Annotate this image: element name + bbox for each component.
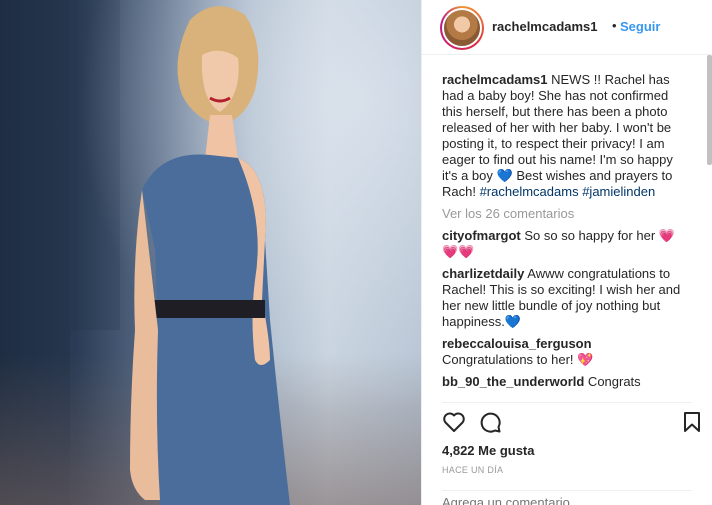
heart-outline-icon[interactable] <box>442 410 466 434</box>
follow-button[interactable]: Seguir <box>620 19 660 34</box>
comment-text: Congratulations to her! <box>442 352 578 367</box>
comments-scrollbar[interactable] <box>707 55 712 400</box>
avatar-image <box>442 8 482 48</box>
comment-text: Congrats <box>584 374 641 389</box>
comment-username[interactable]: bb_90_the_underworld <box>442 374 584 389</box>
scroll-thumb[interactable] <box>707 55 712 165</box>
comment-item: charlizetdaily Awww congratulations to R… <box>442 266 682 330</box>
caption-text: NEWS !! Rachel has had a baby boy! She h… <box>442 72 673 183</box>
likes-count[interactable]: 4,822 Me gusta <box>442 443 535 458</box>
actions-divider <box>442 402 692 403</box>
hashtag-link[interactable]: #rachelmcadams <box>480 184 579 199</box>
comment-username[interactable]: rebeccalouisa_ferguson <box>442 336 592 351</box>
comments-list[interactable]: rachelmcadams1 NEWS !! Rachel has had a … <box>442 72 712 403</box>
comment-text: So so so happy for her <box>520 228 659 243</box>
add-comment-divider <box>442 490 692 491</box>
hashtag-link[interactable]: #jamielinden <box>582 184 655 199</box>
separator-dot: • <box>612 18 617 33</box>
avatar[interactable] <box>440 6 484 50</box>
post-caption: rachelmcadams1 NEWS !! Rachel has had a … <box>442 72 674 200</box>
blue-heart-emoji: 💙 <box>496 168 513 183</box>
comment-username[interactable]: charlizetdaily <box>442 266 524 281</box>
woman-figure <box>130 6 290 505</box>
add-comment-input[interactable] <box>442 495 682 505</box>
heart-emoji: 💖 <box>577 352 594 367</box>
bookmark-icon[interactable] <box>680 410 704 434</box>
comment-item: bb_90_the_underworld Congrats <box>442 374 682 390</box>
post-photo[interactable] <box>0 0 421 505</box>
speech-bubble-icon[interactable] <box>478 410 502 434</box>
post-timestamp[interactable]: HACE UN DÍA <box>442 465 503 475</box>
comment-item: cityofmargot So so so happy for her 💗💗💗 <box>442 228 682 260</box>
post-details-panel: rachelmcadams1 • Seguir rachelmcadams1 N… <box>422 0 712 505</box>
view-all-comments-link[interactable]: Ver los 26 comentarios <box>442 206 712 222</box>
comment-item: rebeccalouisa_ferguson Congratulations t… <box>442 336 682 368</box>
post-username[interactable]: rachelmcadams1 <box>492 19 598 34</box>
comment-username[interactable]: cityofmargot <box>442 228 521 243</box>
blue-heart-emoji: 💙 <box>504 314 522 329</box>
post-header: rachelmcadams1 • Seguir <box>422 0 712 55</box>
caption-username[interactable]: rachelmcadams1 <box>442 72 548 87</box>
